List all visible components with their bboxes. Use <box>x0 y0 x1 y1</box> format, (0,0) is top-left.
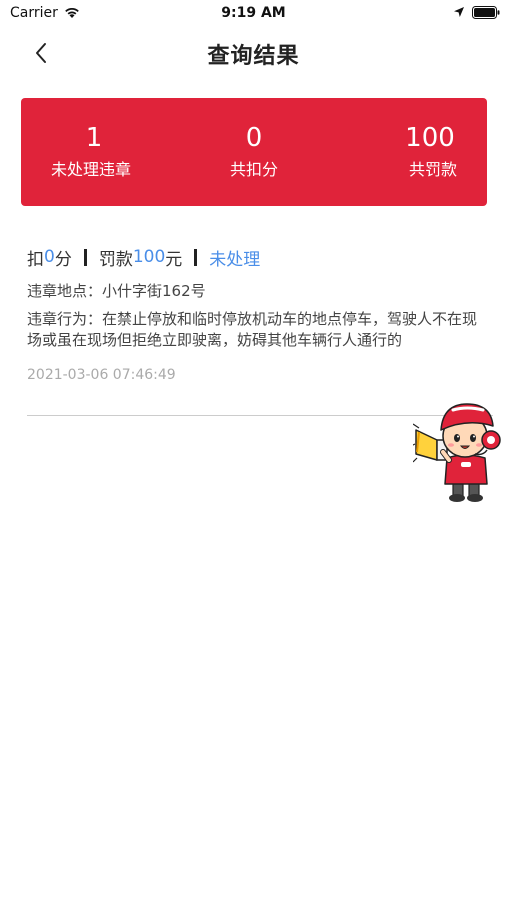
points-suffix: 分 <box>54 249 72 270</box>
points-prefix: 扣 <box>27 249 44 270</box>
location-arrow-icon <box>454 7 464 17</box>
violation-record[interactable]: 扣0分 罚款 100 元 未处理 违章地点：小什字街162号 违章行为：在禁止停放和… <box>27 243 491 383</box>
megaphone-mascot-icon[interactable] <box>413 396 507 504</box>
unprocessed-label: 未处理违章 <box>51 160 132 179</box>
summary-card: 1 未处理违章 0 共扣分 100 共罚款 <box>21 98 487 206</box>
record-summary-line: 扣0分 罚款 100 元 未处理 <box>27 243 491 271</box>
points-total: 0 <box>245 123 263 153</box>
record-time: 2021-03-06 07:46:49 <box>27 367 176 383</box>
fine-summary: 100 共罚款 <box>322 98 487 206</box>
divider <box>194 248 198 266</box>
battery-icon <box>472 6 500 19</box>
behavior-label: 违章行为： <box>27 310 103 328</box>
record-points: 0 <box>44 247 55 267</box>
unprocessed-count: 1 <box>85 123 103 153</box>
status-bar: Carrier 9:19 AM <box>0 0 507 28</box>
fine-suffix: 元 <box>165 249 183 270</box>
record-status: 未处理 <box>209 249 261 270</box>
fine-total: 100 <box>405 123 455 153</box>
fine-label: 共罚款 <box>408 160 457 179</box>
record-behavior: 违章行为：在禁止停放和临时停放机动车的地点停车，驾驶人不在现场或虽在现场但拒绝立… <box>27 309 491 351</box>
record-fine: 100 <box>132 247 166 267</box>
status-time: 9:19 AM <box>221 5 286 21</box>
location-value: 小什字街162号 <box>102 282 206 300</box>
fine-prefix: 罚款 <box>98 249 133 270</box>
points-summary: 0 共扣分 <box>186 98 321 206</box>
location-label: 违章地点： <box>27 282 103 300</box>
points-label: 共扣分 <box>229 160 278 179</box>
unprocessed-summary: 1 未处理违章 <box>21 98 186 206</box>
divider <box>83 248 87 266</box>
page-title: 查询结果 <box>207 44 300 69</box>
record-location: 违章地点：小什字街162号 <box>27 281 491 301</box>
